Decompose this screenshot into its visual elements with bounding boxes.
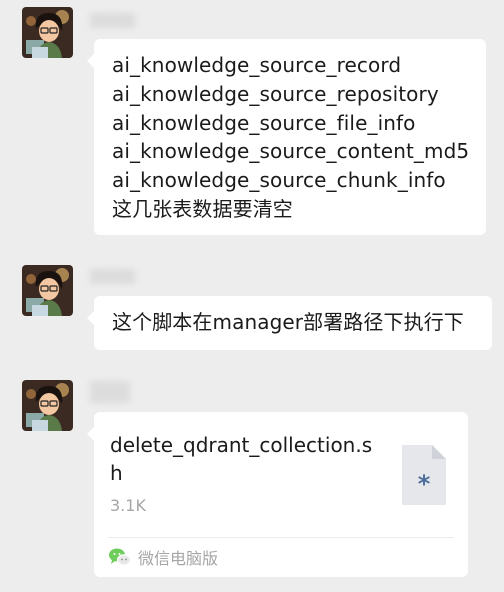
- message-text: 这个脚本在manager部署路径下执行下: [112, 310, 464, 334]
- file-name: delete_qdrant_collection.sh: [110, 433, 373, 485]
- sender-avatar[interactable]: [22, 7, 73, 58]
- bubble-tail: [87, 54, 94, 68]
- card-divider: [108, 537, 454, 538]
- svg-text:*: *: [418, 470, 431, 498]
- sender-name-blurred: [90, 381, 130, 403]
- wechat-icon: [109, 548, 132, 566]
- sender-name-blurred: [90, 13, 135, 28]
- file-size: 3.1K: [110, 496, 146, 515]
- file-source: 微信电脑版: [108, 545, 218, 569]
- script-file-icon: *: [402, 445, 446, 505]
- source-label: 微信电脑版: [138, 549, 219, 568]
- bubble-tail: [87, 427, 94, 441]
- bubble-tail: [87, 311, 94, 325]
- sender-avatar[interactable]: [22, 380, 73, 431]
- message-bubble[interactable]: 这个脚本在manager部署路径下执行下: [87, 296, 492, 350]
- message-text: ai_knowledge_source_record ai_knowledge_…: [112, 53, 470, 221]
- file-message-card[interactable]: delete_qdrant_collection.sh 3.1K * 微信电脑版: [87, 412, 468, 577]
- sender-name-blurred: [90, 269, 135, 284]
- message-bubble[interactable]: ai_knowledge_source_record ai_knowledge_…: [87, 39, 486, 235]
- sender-avatar[interactable]: [22, 265, 73, 316]
